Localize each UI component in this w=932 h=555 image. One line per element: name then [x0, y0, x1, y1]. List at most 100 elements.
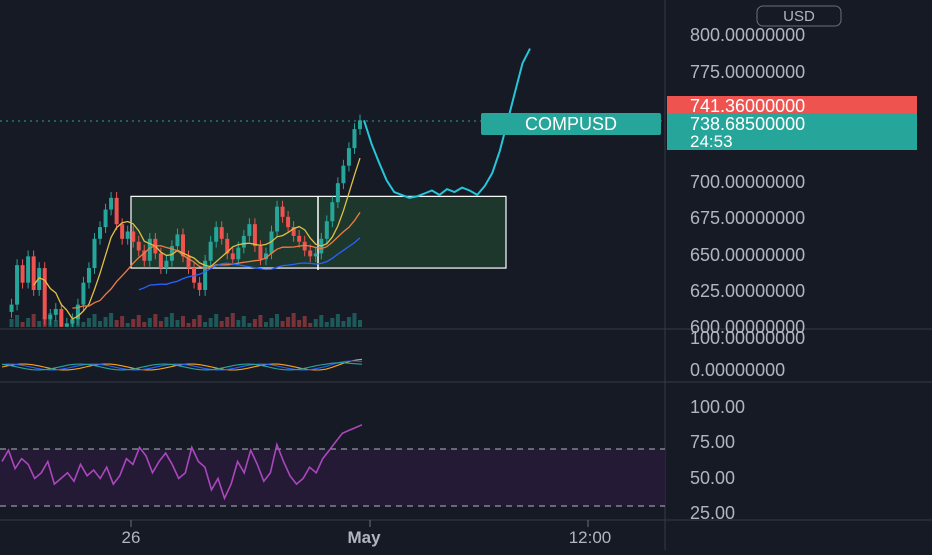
candle-body	[208, 241, 213, 261]
volume-bar	[103, 317, 108, 327]
volume-bar	[219, 321, 224, 327]
candle-body	[86, 268, 91, 283]
volume-bar	[346, 317, 351, 327]
volume-bar	[181, 316, 185, 327]
volume-bar	[297, 320, 302, 327]
volume-bar	[164, 317, 169, 327]
volume-bar	[15, 315, 20, 327]
volume-bar	[186, 323, 191, 327]
volume-bar	[20, 322, 25, 327]
candle-body	[136, 241, 141, 251]
candle-body	[335, 183, 340, 203]
volume-bar	[109, 313, 114, 327]
volume-bar	[275, 314, 280, 327]
price-tick: 700.00000000	[690, 172, 805, 192]
volume-bar	[153, 314, 158, 327]
volume-bar	[308, 323, 313, 327]
candle-body	[164, 260, 169, 269]
candle-body	[70, 319, 75, 324]
volume-bar	[230, 313, 235, 327]
candle-body	[358, 120, 362, 130]
volume-bar	[286, 317, 291, 327]
volume-bar	[302, 316, 307, 327]
candle-body	[275, 206, 280, 232]
candle-body	[346, 148, 351, 166]
countdown-label: 24:53	[690, 132, 733, 151]
volume-bar	[31, 314, 36, 327]
volume-bar	[341, 321, 346, 327]
oscillator-lines	[1, 358, 363, 371]
candle-body	[219, 227, 224, 239]
price-chart[interactable]: USD 800.00000000 775.00000000 700.000000…	[0, 0, 932, 550]
chart-canvas[interactable]: USD 800.00000000 775.00000000 700.000000…	[0, 0, 932, 550]
candle-body	[330, 202, 335, 222]
volume-bar	[236, 320, 241, 327]
candle-body	[308, 250, 313, 257]
volume-bar	[324, 322, 329, 327]
volume-bar	[291, 313, 296, 327]
volume-bar	[37, 321, 42, 327]
candle-body	[64, 323, 69, 327]
volume-bar	[214, 314, 219, 327]
volume-bar	[158, 321, 163, 327]
volume-bar	[92, 314, 97, 327]
volume-bar	[81, 322, 86, 327]
candle-body	[297, 235, 302, 242]
candle-body	[81, 282, 86, 305]
price-tick: 675.00000000	[690, 208, 805, 228]
price-tick: 625.00000000	[690, 281, 805, 301]
candle-body	[125, 231, 130, 239]
symbol-tag: COMPUSD	[525, 114, 617, 134]
volume-bar	[114, 320, 119, 327]
volume-bar	[142, 322, 147, 327]
volume-bar	[26, 318, 31, 327]
price-tick: 650.00000000	[690, 245, 805, 265]
candle-body	[247, 224, 252, 236]
time-tick: 26	[122, 528, 141, 547]
currency-badge-label: USD	[783, 8, 815, 25]
volume-bar	[269, 318, 274, 327]
volume-bar	[169, 313, 174, 327]
osc-tick: 100.00000000	[690, 328, 805, 348]
volume-bar	[352, 313, 357, 327]
candle-body	[230, 253, 235, 260]
candle-body	[103, 209, 108, 228]
candle-body	[42, 268, 47, 320]
rsi-tick: 75.00	[690, 432, 735, 452]
candle-body	[286, 216, 291, 228]
volume-bar	[136, 315, 141, 327]
candle-body	[252, 224, 257, 247]
rsi-tick: 25.00	[690, 503, 735, 523]
volume-bar	[147, 318, 152, 327]
volume-bar	[125, 323, 130, 327]
oscillator-line	[1, 360, 363, 371]
osc-tick: 0.00000000	[690, 360, 785, 380]
volume-bar	[192, 319, 197, 327]
candle-body	[9, 304, 14, 312]
candle-body	[313, 253, 318, 257]
candle-body	[120, 224, 125, 239]
candle-body	[98, 227, 103, 239]
volume-bar	[175, 320, 180, 327]
candle-body	[114, 197, 119, 225]
candle-body	[258, 246, 263, 260]
candle-body	[175, 234, 180, 247]
candle-body	[214, 227, 219, 242]
volume-bar	[313, 319, 318, 327]
candle-body	[280, 206, 285, 217]
volume-bar	[258, 315, 263, 327]
candle-body	[92, 238, 97, 269]
volume-bar	[98, 321, 103, 327]
candle-body	[15, 265, 20, 305]
volume-bar	[252, 319, 257, 327]
candle-body	[53, 309, 58, 315]
price-tick: 800.00000000	[690, 25, 805, 45]
volume-bar	[53, 320, 58, 327]
volume-bar	[358, 320, 362, 327]
time-tick: May	[347, 528, 381, 547]
candle-body	[20, 265, 25, 283]
volume-bar	[120, 316, 125, 327]
candle-body	[197, 282, 202, 290]
volume-bar	[197, 315, 202, 327]
candle-body	[59, 309, 64, 327]
